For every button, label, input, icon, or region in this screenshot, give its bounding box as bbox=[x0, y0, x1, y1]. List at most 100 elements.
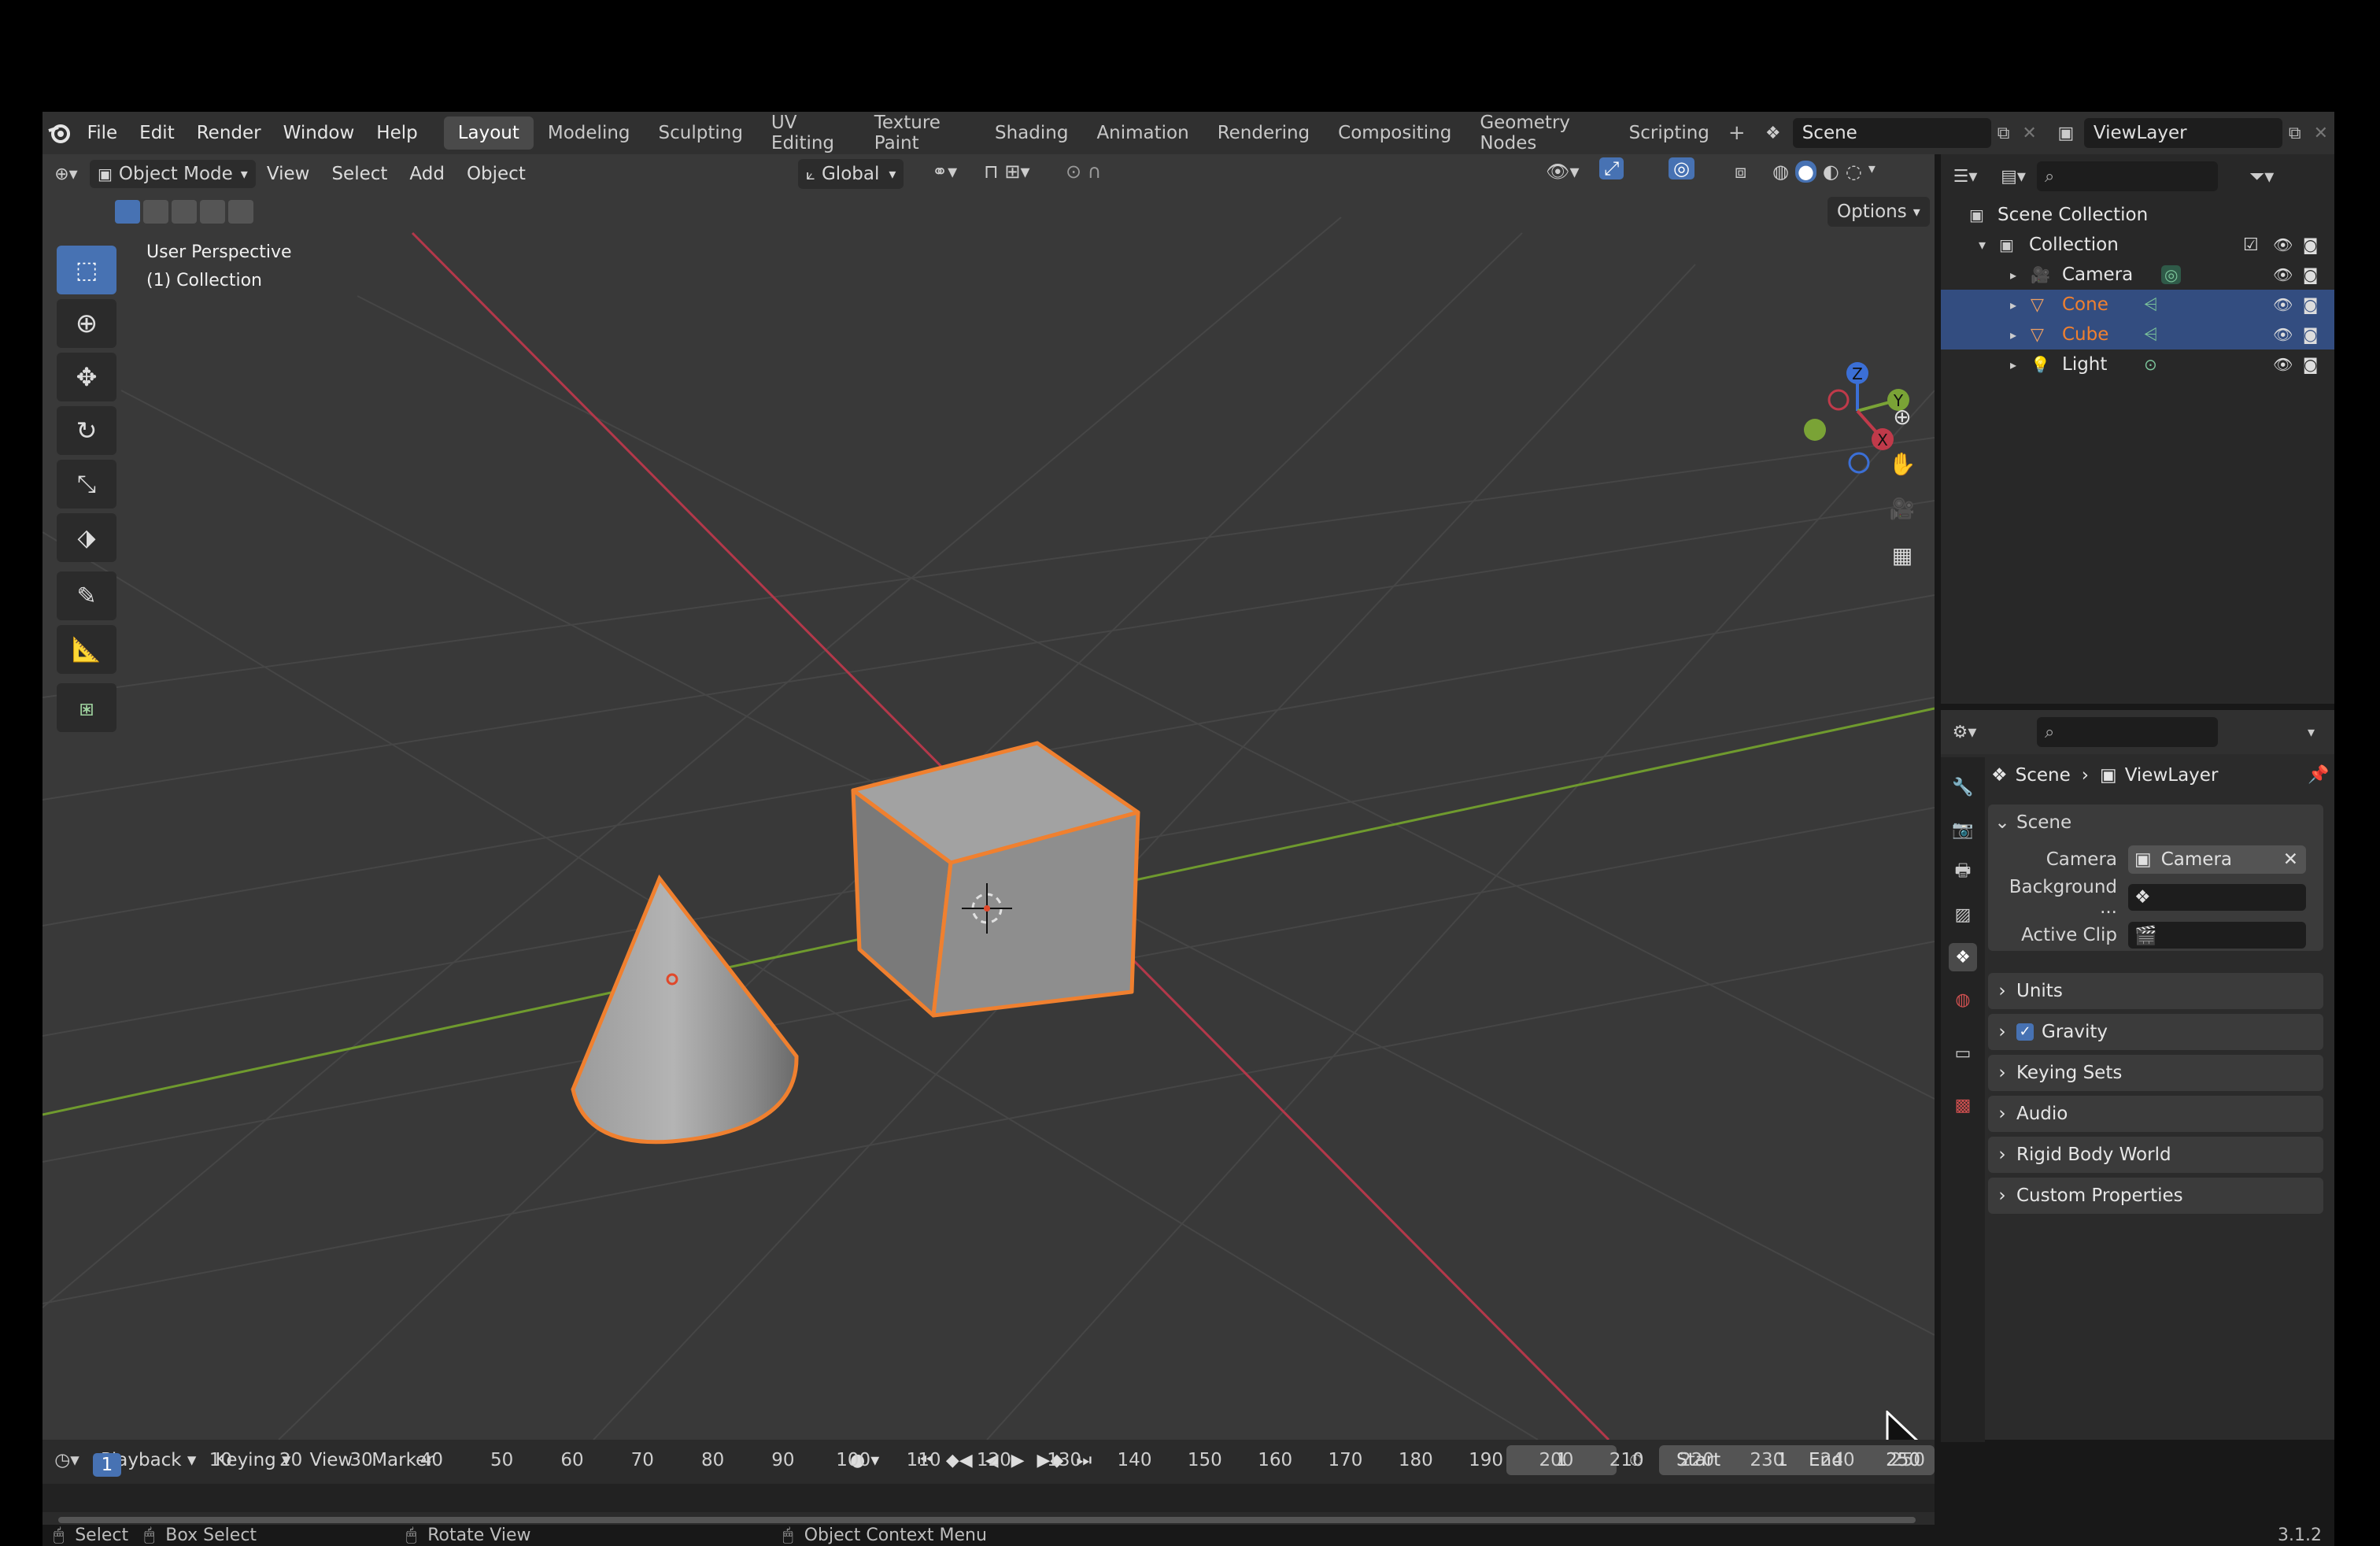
tab-layout[interactable]: Layout bbox=[443, 117, 534, 150]
new-scene-icon[interactable]: ⧉ bbox=[1991, 124, 2016, 143]
menu-window[interactable]: Window bbox=[272, 123, 366, 143]
scene-section-header[interactable]: ⌄ Scene bbox=[1988, 804, 2323, 841]
menu-file[interactable]: File bbox=[76, 123, 129, 143]
wireframe-shading-icon[interactable]: ◍ bbox=[1772, 161, 1789, 183]
pivot-icon[interactable]: ⚭▾ bbox=[932, 161, 957, 183]
snap-icon[interactable]: ⊓ ⊞▾ bbox=[984, 161, 1030, 183]
material-shading-icon[interactable]: ◐ bbox=[1823, 161, 1839, 183]
select-invert-icon[interactable] bbox=[200, 200, 225, 224]
outliner-item-light[interactable]: ▸ 💡 Light ⊙ 👁 ◙ bbox=[1941, 350, 2334, 379]
chevron-down-icon[interactable]: ▾ bbox=[1868, 161, 1876, 183]
render-camera-icon[interactable]: ◙ bbox=[2303, 355, 2318, 374]
3d-viewport[interactable]: Z Y X ⊕▾ ▣ Object Mode ▾ View Select Add… bbox=[42, 154, 1935, 1440]
units-section[interactable]: › Units bbox=[1988, 973, 2323, 1009]
tab-uv-editing[interactable]: UV Editing bbox=[757, 112, 860, 160]
gravity-section[interactable]: › ✓ Gravity bbox=[1988, 1014, 2323, 1050]
chevron-down-icon[interactable]: ▾ bbox=[2308, 724, 2315, 741]
gizmo-toggle-icon[interactable]: ⤢ bbox=[1599, 157, 1624, 179]
eye-icon[interactable]: 👁 bbox=[2273, 265, 2293, 284]
rendered-shading-icon[interactable]: ◌ bbox=[1846, 161, 1862, 183]
new-viewlayer-icon[interactable]: ⧉ bbox=[2282, 124, 2308, 143]
outliner-collection[interactable]: ▾ ▣ Collection ☑ 👁 ◙ bbox=[1941, 230, 2334, 260]
editor-type-icon[interactable]: ⊕▾ bbox=[42, 165, 90, 184]
play-icon[interactable]: ▶ bbox=[1011, 1451, 1025, 1470]
camera-field[interactable]: ▣ Camera ✕ bbox=[2128, 845, 2306, 874]
eye-icon[interactable]: 👁 bbox=[2273, 325, 2293, 344]
select-extend-icon[interactable] bbox=[143, 200, 168, 224]
delete-viewlayer-icon[interactable]: ✕ bbox=[2308, 124, 2334, 143]
pin-icon[interactable]: 📌 bbox=[2308, 765, 2329, 785]
display-mode-icon[interactable]: ▤▾ bbox=[1990, 167, 2037, 187]
options-button[interactable]: Options ▾ bbox=[1828, 197, 1930, 227]
scale-tool[interactable]: ⤡ bbox=[57, 460, 116, 509]
timeline-ruler[interactable] bbox=[42, 1484, 1935, 1512]
texture-tab-icon[interactable]: ▩ bbox=[1949, 1091, 1977, 1119]
add-cube-tool[interactable]: ⧆ bbox=[57, 683, 116, 732]
scene-field[interactable]: Scene bbox=[1792, 118, 1991, 148]
menu-render[interactable]: Render bbox=[186, 123, 272, 143]
custom-properties-section[interactable]: › Custom Properties bbox=[1988, 1178, 2323, 1214]
cursor-tool[interactable]: ⊕ bbox=[57, 299, 116, 348]
orientation-dropdown[interactable]: ⟀ Global ▾ bbox=[798, 159, 904, 189]
rigid-body-world-section[interactable]: › Rigid Body World bbox=[1988, 1137, 2323, 1173]
background-field[interactable]: ❖ bbox=[2128, 884, 2306, 911]
ortho-toggle-button[interactable]: ▦ bbox=[1881, 534, 1924, 576]
filter-icon[interactable]: ⏷▾ bbox=[2249, 165, 2274, 187]
audio-section[interactable]: › Audio bbox=[1988, 1096, 2323, 1132]
scene-tab-icon[interactable]: ❖ bbox=[1949, 943, 1977, 971]
tab-texture-paint[interactable]: Texture Paint bbox=[860, 112, 981, 160]
outliner-editor-icon[interactable]: ☰▾ bbox=[1941, 167, 1990, 187]
move-tool[interactable]: ✥ bbox=[57, 353, 116, 401]
clear-icon[interactable]: ✕ bbox=[2283, 849, 2298, 870]
measure-tool[interactable]: 📐 bbox=[57, 625, 116, 674]
render-camera-icon[interactable]: ◙ bbox=[2303, 265, 2318, 284]
select-new-icon[interactable] bbox=[115, 200, 140, 224]
timeline-editor-icon[interactable]: ◷▾ bbox=[42, 1450, 91, 1470]
outliner-search-input[interactable]: ⌕ bbox=[2037, 161, 2218, 191]
pan-button[interactable]: ✋ bbox=[1881, 442, 1924, 485]
xray-toggle-icon[interactable]: ⧈ bbox=[1735, 161, 1746, 183]
tab-animation[interactable]: Animation bbox=[1082, 117, 1203, 150]
viewport-menu-add[interactable]: Add bbox=[398, 164, 456, 184]
tab-shading[interactable]: Shading bbox=[981, 117, 1082, 150]
render-camera-icon[interactable]: ◙ bbox=[2303, 295, 2318, 314]
eye-icon[interactable]: 👁 bbox=[2273, 355, 2293, 374]
select-intersect-icon[interactable] bbox=[228, 200, 253, 224]
viewport-menu-view[interactable]: View bbox=[256, 164, 321, 184]
select-box-tool[interactable]: ⬚ bbox=[57, 246, 116, 294]
overlay-toggle-icon[interactable]: ◎ bbox=[1669, 157, 1694, 179]
viewport-menu-select[interactable]: Select bbox=[320, 164, 398, 184]
timeline-scrollbar[interactable] bbox=[58, 1517, 1916, 1523]
delete-scene-icon[interactable]: ✕ bbox=[2016, 124, 2042, 143]
active-clip-field[interactable]: 🎬 bbox=[2128, 922, 2306, 949]
output-tab-icon[interactable]: 🖶 bbox=[1949, 858, 1977, 886]
tool-tab-icon[interactable]: 🔧 bbox=[1949, 773, 1977, 801]
render-tab-icon[interactable]: 📷 bbox=[1949, 816, 1977, 844]
viewlayer-selector[interactable]: ▣ ViewLayer ⧉ ✕ bbox=[2048, 118, 2334, 148]
viewlayer-field[interactable]: ViewLayer bbox=[2083, 118, 2282, 148]
viewport-menu-object[interactable]: Object bbox=[456, 164, 537, 184]
annotate-tool[interactable]: ✎ bbox=[57, 571, 116, 620]
outliner-item-camera[interactable]: ▸ 🎥 Camera ◎ 👁 ◙ bbox=[1941, 260, 2334, 290]
prev-keyframe-icon[interactable]: ◆◀ bbox=[946, 1451, 973, 1470]
properties-editor-icon[interactable]: ⚙▾ bbox=[1941, 723, 1988, 742]
cube-object[interactable] bbox=[851, 741, 1140, 1018]
collection-tab-icon[interactable]: ▭ bbox=[1949, 1039, 1977, 1067]
proportional-edit-icon[interactable]: ⊙ ∩ bbox=[1066, 161, 1101, 183]
render-camera-icon[interactable]: ◙ bbox=[2303, 325, 2318, 344]
select-subtract-icon[interactable] bbox=[172, 200, 197, 224]
solid-shading-icon[interactable]: ● bbox=[1794, 161, 1816, 183]
transform-tool[interactable]: ⬗ bbox=[57, 513, 116, 562]
keying-sets-section[interactable]: › Keying Sets bbox=[1988, 1055, 2323, 1091]
tab-compositing[interactable]: Compositing bbox=[1324, 117, 1465, 150]
scene-selector[interactable]: ❖ Scene ⧉ ✕ bbox=[1754, 118, 2043, 148]
mode-dropdown[interactable]: ▣ Object Mode ▾ bbox=[90, 160, 256, 188]
cone-object[interactable] bbox=[571, 875, 799, 1145]
rotate-tool[interactable]: ↻ bbox=[57, 406, 116, 455]
gravity-checkbox[interactable]: ✓ bbox=[2016, 1023, 2034, 1041]
camera-view-button[interactable]: 🎥 bbox=[1881, 488, 1924, 531]
visibility-icon[interactable]: 👁▾ bbox=[1546, 161, 1580, 183]
tab-rendering[interactable]: Rendering bbox=[1203, 117, 1324, 150]
outliner-item-cube[interactable]: ▸ ▽ Cube ⩤ 👁 ◙ bbox=[1941, 320, 2334, 350]
menu-help[interactable]: Help bbox=[365, 123, 428, 143]
